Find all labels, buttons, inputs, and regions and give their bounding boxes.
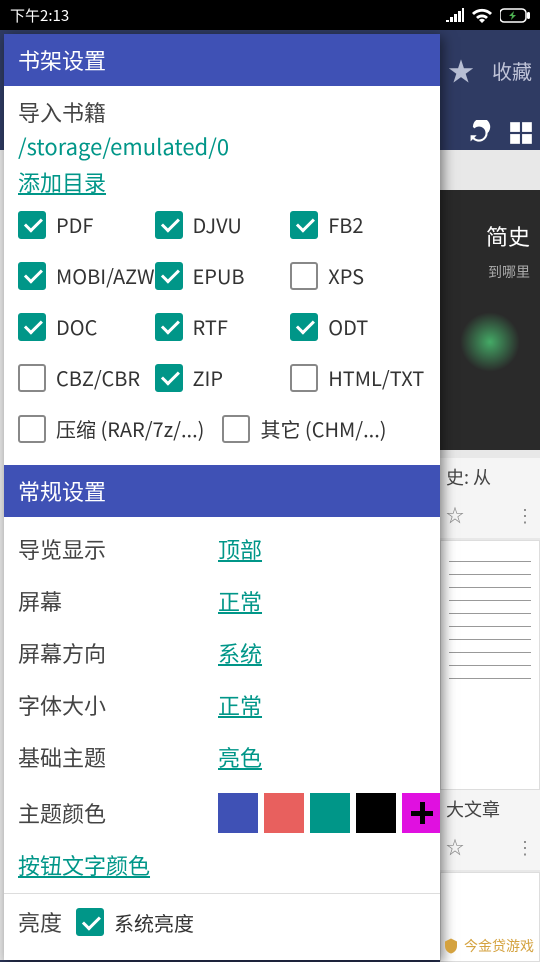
watermark-icon [442, 937, 460, 955]
format-doc[interactable]: DOC [18, 312, 155, 341]
checkbox[interactable] [18, 262, 46, 290]
format-label: PDF [56, 210, 93, 239]
checkbox[interactable] [290, 364, 318, 392]
checkbox[interactable] [222, 415, 250, 443]
system-brightness-checkbox[interactable] [76, 908, 104, 936]
format-label: DJVU [193, 210, 242, 239]
color-swatch[interactable] [310, 793, 350, 833]
format-label: XPS [328, 261, 364, 290]
general-settings-header: 常规设置 [4, 465, 440, 517]
setting-label: 字体大小 [18, 689, 218, 721]
brightness-label: 亮度 [18, 906, 62, 938]
grid-icon[interactable] [508, 120, 534, 146]
checkbox[interactable] [18, 415, 46, 443]
color-swatch[interactable] [264, 793, 304, 833]
format-label: ZIP [193, 363, 224, 392]
checkbox[interactable] [155, 211, 183, 239]
signal-icon [446, 8, 464, 22]
add-directory-link[interactable]: 添加目录 [18, 166, 106, 198]
format-label: 其它 (CHM/...) [260, 414, 386, 443]
checkbox[interactable] [18, 364, 46, 392]
checkbox[interactable] [155, 364, 183, 392]
bg-book-cover-2[interactable] [440, 540, 540, 790]
more-icon[interactable]: ⋮ [516, 834, 534, 860]
watermark: 今金贷游戏 [442, 936, 534, 956]
setting-label: 导览显示 [18, 533, 218, 565]
format-label: FB2 [328, 210, 363, 239]
format-fb2[interactable]: FB2 [290, 210, 426, 239]
format-mobiazw[interactable]: MOBI/AZW [18, 261, 155, 290]
format-cbzcbr[interactable]: CBZ/CBR [18, 363, 155, 392]
setting-row[interactable]: 屏幕方向系统 [18, 627, 426, 679]
format-pdf[interactable]: PDF [18, 210, 155, 239]
format-label: RTF [193, 312, 228, 341]
format-label: MOBI/AZW [56, 261, 155, 290]
status-time: 下午2:13 [10, 5, 69, 26]
format-extra[interactable]: 压缩 (RAR/7z/...) [18, 414, 204, 443]
storage-path[interactable]: /storage/emulated/0 [18, 130, 426, 162]
brightness-minus-button[interactable]: − [354, 955, 386, 961]
checkbox[interactable] [290, 262, 318, 290]
setting-label: 屏幕方向 [18, 637, 218, 669]
format-rtf[interactable]: RTF [155, 312, 291, 341]
battery-icon [500, 8, 530, 23]
setting-value[interactable]: 系统 [218, 637, 262, 669]
format-label: 压缩 (RAR/7z/...) [56, 414, 204, 443]
format-xps[interactable]: XPS [290, 261, 426, 290]
format-extra[interactable]: 其它 (CHM/...) [222, 414, 386, 443]
setting-row[interactable]: 字体大小正常 [18, 679, 426, 731]
status-icons [446, 8, 530, 23]
bg-book-label-2: 大文章 ☆ ⋮ [440, 790, 540, 870]
checkbox[interactable] [155, 262, 183, 290]
system-brightness-label: 系统亮度 [114, 908, 194, 937]
button-text-color-link[interactable]: 按钮文字颜色 [18, 843, 150, 893]
add-color-swatch[interactable] [402, 793, 440, 833]
color-swatch[interactable] [218, 793, 258, 833]
color-swatch[interactable] [356, 793, 396, 833]
setting-value[interactable]: 正常 [218, 689, 262, 721]
format-label: CBZ/CBR [56, 363, 140, 392]
checkbox[interactable] [290, 211, 318, 239]
brightness-row: 亮度 系统亮度 [18, 894, 426, 950]
setting-value[interactable]: 正常 [218, 585, 262, 617]
brightness-slider-row: 40 − + [18, 950, 426, 960]
format-epub[interactable]: EPUB [155, 261, 291, 290]
setting-label: 屏幕 [18, 585, 218, 617]
brightness-value: 40 [18, 954, 60, 960]
checkbox[interactable] [18, 211, 46, 239]
setting-label: 基础主题 [18, 741, 218, 773]
star-outline-icon[interactable]: ☆ [446, 834, 464, 860]
format-odt[interactable]: ODT [290, 312, 426, 341]
import-books-label: 导入书籍 [18, 96, 426, 128]
theme-color-row: 主题颜色 [18, 783, 426, 843]
format-djvu[interactable]: DJVU [155, 210, 291, 239]
star-icon[interactable]: ★ [448, 52, 474, 89]
theme-color-label: 主题颜色 [18, 797, 218, 829]
setting-row[interactable]: 基础主题亮色 [18, 731, 426, 783]
status-bar: 下午2:13 [0, 0, 540, 30]
bg-book-cover-1[interactable]: 简史 到哪里 [440, 190, 540, 450]
shelf-settings-header: 书架设置 [4, 34, 440, 86]
checkbox[interactable] [18, 313, 46, 341]
format-label: ODT [328, 312, 368, 341]
setting-row[interactable]: 屏幕正常 [18, 575, 426, 627]
setting-value[interactable]: 亮色 [218, 741, 262, 773]
checkbox[interactable] [155, 313, 183, 341]
wifi-icon [472, 8, 492, 23]
bg-book-label-1: 史: 从 ☆ ⋮ [440, 458, 540, 538]
setting-value[interactable]: 顶部 [218, 533, 262, 565]
favorite-label[interactable]: 收藏 [492, 56, 532, 85]
more-icon[interactable]: ⋮ [516, 502, 534, 528]
settings-panel: 书架设置 导入书籍 /storage/emulated/0 添加目录 PDF DJ… [4, 34, 440, 960]
format-htmltxt[interactable]: HTML/TXT [290, 363, 426, 392]
setting-row[interactable]: 导览显示顶部 [18, 523, 426, 575]
format-label: EPUB [193, 261, 245, 290]
checkbox[interactable] [290, 313, 318, 341]
format-label: HTML/TXT [328, 363, 424, 392]
format-zip[interactable]: ZIP [155, 363, 291, 392]
brightness-plus-button[interactable]: + [394, 955, 426, 961]
star-outline-icon[interactable]: ☆ [446, 502, 464, 528]
format-label: DOC [56, 312, 97, 341]
refresh-icon[interactable] [466, 120, 492, 146]
